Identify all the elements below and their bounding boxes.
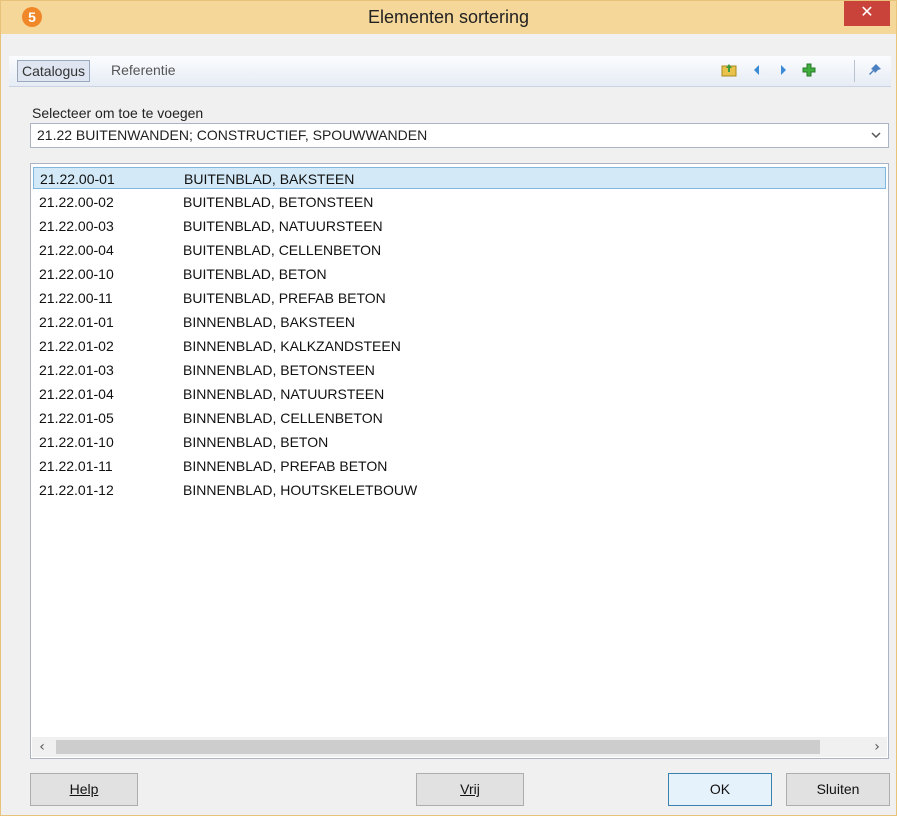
list-item[interactable]: 21.22.01-10 BINNENBLAD, BETON xyxy=(33,431,886,453)
list-item[interactable]: 21.22.00-01 BUITENBLAD, BAKSTEEN xyxy=(33,167,886,189)
item-code: 21.22.00-02 xyxy=(39,194,114,210)
tab-catalogus[interactable]: Catalogus xyxy=(17,60,91,82)
item-description: BUITENBLAD, BETONSTEEN xyxy=(183,194,374,210)
item-description: BUITENBLAD, NATUURSTEEN xyxy=(183,218,383,234)
list-item[interactable]: 21.22.01-02 BINNENBLAD, KALKZANDSTEEN xyxy=(33,335,886,357)
item-code: 21.22.01-02 xyxy=(39,338,114,354)
category-select-value: 21.22 BUITENWANDEN; CONSTRUCTIEF, SPOUWW… xyxy=(37,127,428,143)
list-item[interactable]: 21.22.00-02 BUITENBLAD, BETONSTEEN xyxy=(33,191,886,213)
item-description: BINNENBLAD, KALKZANDSTEEN xyxy=(183,338,401,354)
item-code: 21.22.01-12 xyxy=(39,482,114,498)
horizontal-scrollbar[interactable]: ‹ › xyxy=(32,737,887,757)
item-description: BINNENBLAD, BETON xyxy=(183,434,329,450)
item-description: BUITENBLAD, BETON xyxy=(183,266,327,282)
selector-label: Selecteer om toe te voegen xyxy=(32,105,204,121)
ok-button[interactable]: OK xyxy=(668,773,772,806)
list-item[interactable]: 21.22.01-11 BINNENBLAD, PREFAB BETON xyxy=(33,455,886,477)
close-button[interactable]: ✕ xyxy=(844,1,890,26)
item-description: BINNENBLAD, PREFAB BETON xyxy=(183,458,388,474)
element-list[interactable]: 21.22.01-12 BINNENBLAD, HOUTSKELETBOUW 21.… xyxy=(30,163,889,759)
dialog-window: 5 Elementen sortering ✕ Catalogus Refere… xyxy=(0,0,897,816)
help-button[interactable]: Help xyxy=(30,773,138,806)
scroll-left-icon[interactable]: ‹ xyxy=(32,737,52,757)
add-icon[interactable] xyxy=(801,62,817,78)
item-description: BINNENBLAD, NATUURSTEEN xyxy=(183,386,385,402)
title-bar[interactable]: 5 Elementen sortering ✕ xyxy=(1,1,896,34)
list-item[interactable]: 21.22.01-12 BINNENBLAD, HOUTSKELETBOUW xyxy=(33,479,886,501)
pin-icon[interactable] xyxy=(867,62,883,78)
vrij-button-label: Vrij xyxy=(460,781,480,797)
item-description: BUITENBLAD, CELLENBETON xyxy=(183,242,382,258)
list-item[interactable]: 21.22.00-10 BUITENBLAD, BETON xyxy=(33,263,886,285)
item-code: 21.22.00-04 xyxy=(39,242,114,258)
item-code: 21.22.00-01 xyxy=(40,171,115,187)
item-code: 21.22.01-03 xyxy=(39,362,114,378)
item-code: 21.22.00-03 xyxy=(39,218,114,234)
sluiten-button[interactable]: Sluiten xyxy=(786,773,890,806)
list-item[interactable]: 21.22.01-04 BINNENBLAD, NATUURSTEEN xyxy=(33,383,886,405)
list-item[interactable]: 21.22.01-01 BINNENBLAD, BAKSTEEN xyxy=(33,311,886,333)
item-code: 21.22.00-11 xyxy=(39,290,113,306)
list-item[interactable]: 21.22.00-11 BUITENBLAD, PREFAB BETON xyxy=(33,287,886,309)
item-description: BINNENBLAD, BETONSTEEN xyxy=(183,362,375,378)
vrij-button[interactable]: Vrij xyxy=(416,773,524,806)
scrollbar-thumb[interactable] xyxy=(56,740,820,754)
window-title: Elementen sortering xyxy=(367,7,530,27)
arrow-left-icon[interactable] xyxy=(749,62,765,78)
item-code: 21.22.00-10 xyxy=(39,266,114,282)
item-description: BINNENBLAD, BAKSTEEN xyxy=(183,314,355,330)
folder-up-icon[interactable] xyxy=(721,62,737,78)
tab-referentie[interactable]: Referentie xyxy=(107,60,180,80)
help-button-label: Help xyxy=(69,781,99,797)
toolbar: Catalogus Referentie xyxy=(9,56,891,87)
item-code: 21.22.01-05 xyxy=(39,410,114,426)
item-code: 21.22.01-10 xyxy=(39,434,114,450)
item-code: 21.22.01-11 xyxy=(39,458,113,474)
scroll-right-icon[interactable]: › xyxy=(867,737,887,757)
list-item[interactable]: 21.22.01-05 BINNENBLAD, CELLENBETON xyxy=(33,407,886,429)
item-code: 21.22.01-01 xyxy=(39,314,114,330)
category-select[interactable]: 21.22 BUITENWANDEN; CONSTRUCTIEF, SPOUWW… xyxy=(30,123,889,148)
list-item[interactable]: 21.22.00-03 BUITENBLAD, NATUURSTEEN xyxy=(33,215,886,237)
item-code: 21.22.01-04 xyxy=(39,386,114,402)
item-description: BINNENBLAD, HOUTSKELETBOUW xyxy=(183,482,418,498)
list-item[interactable]: 21.22.01-03 BINNENBLAD, BETONSTEEN xyxy=(33,359,886,381)
toolbar-separator xyxy=(854,60,855,82)
arrow-right-icon[interactable] xyxy=(775,62,791,78)
item-description: BINNENBLAD, CELLENBETON xyxy=(183,410,383,426)
chevron-down-icon[interactable] xyxy=(870,124,882,154)
item-description: BUITENBLAD, PREFAB BETON xyxy=(183,290,386,306)
list-item[interactable]: 21.22.00-04 BUITENBLAD, CELLENBETON xyxy=(33,239,886,261)
item-description: BUITENBLAD, BAKSTEEN xyxy=(184,171,355,187)
